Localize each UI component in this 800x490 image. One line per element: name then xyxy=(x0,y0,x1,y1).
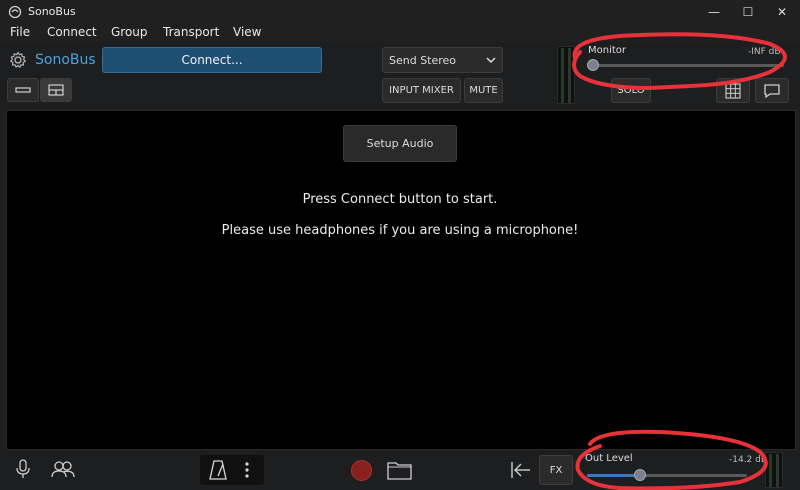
microphone-icon[interactable] xyxy=(14,458,32,480)
multi-view-button[interactable] xyxy=(40,78,72,102)
monitor-value: -INF dB xyxy=(748,47,781,57)
record-button[interactable] xyxy=(351,460,372,481)
menu-group[interactable]: Group xyxy=(111,24,148,39)
single-view-button[interactable] xyxy=(7,78,39,102)
meter-bar-left xyxy=(561,48,564,103)
close-button[interactable]: ✕ xyxy=(765,0,799,24)
send-mode-value: Send Stereo xyxy=(389,53,457,67)
folder-icon[interactable] xyxy=(387,459,412,480)
layout-grid-button[interactable] xyxy=(716,78,750,103)
out-level-slider-fill xyxy=(587,474,640,477)
skip-to-start-icon[interactable] xyxy=(510,459,532,481)
single-row-icon xyxy=(15,87,31,93)
meter-bar-right xyxy=(568,48,571,103)
chat-button[interactable] xyxy=(755,78,789,103)
menu-view[interactable]: View xyxy=(233,24,261,39)
input-level-meter xyxy=(557,46,575,104)
chat-bubble-icon xyxy=(764,83,780,98)
menu-file[interactable]: File xyxy=(10,24,30,39)
sonobus-app-icon xyxy=(8,5,22,19)
out-meter-bar-left xyxy=(769,454,772,487)
gear-icon[interactable] xyxy=(9,51,27,69)
output-level-meter xyxy=(765,452,783,488)
mute-button[interactable]: MUTE xyxy=(464,78,503,103)
brand-label: SonoBus xyxy=(35,52,96,68)
setup-audio-button[interactable]: Setup Audio xyxy=(343,125,457,162)
multi-row-icon xyxy=(48,84,64,96)
grid-icon xyxy=(725,82,741,99)
users-icon[interactable] xyxy=(50,458,76,480)
more-options-icon[interactable] xyxy=(243,460,251,480)
chevron-down-icon xyxy=(486,57,496,64)
metronome-icon[interactable] xyxy=(209,459,227,481)
out-level-slider-knob[interactable] xyxy=(633,469,646,481)
menu-transport[interactable]: Transport xyxy=(163,24,219,39)
headphones-hint: Please use headphones if you are using a… xyxy=(221,223,579,238)
input-mixer-button[interactable]: INPUT MIXER xyxy=(382,78,461,103)
menu-connect[interactable]: Connect xyxy=(47,24,97,39)
menu-bar: File Connect Group Transport View xyxy=(0,24,800,42)
window-title: SonoBus xyxy=(28,5,76,18)
monitor-slider-track[interactable] xyxy=(590,64,784,67)
title-bar: SonoBus — ☐ ✕ xyxy=(0,0,800,24)
out-level-label: Out Level xyxy=(585,453,633,464)
maximize-button[interactable]: ☐ xyxy=(731,0,765,24)
solo-button[interactable]: SOLO xyxy=(611,78,651,103)
out-meter-bar-right xyxy=(776,454,779,487)
fx-button[interactable]: FX xyxy=(539,455,573,485)
monitor-slider-knob[interactable] xyxy=(587,59,599,71)
out-level-value: -14.2 dB xyxy=(729,455,768,465)
monitor-label: Monitor xyxy=(588,45,627,56)
connect-hint: Press Connect button to start. xyxy=(302,192,498,207)
minimize-button[interactable]: — xyxy=(697,0,731,24)
send-mode-select[interactable]: Send Stereo xyxy=(382,47,503,73)
connect-button[interactable]: Connect... xyxy=(102,47,322,73)
